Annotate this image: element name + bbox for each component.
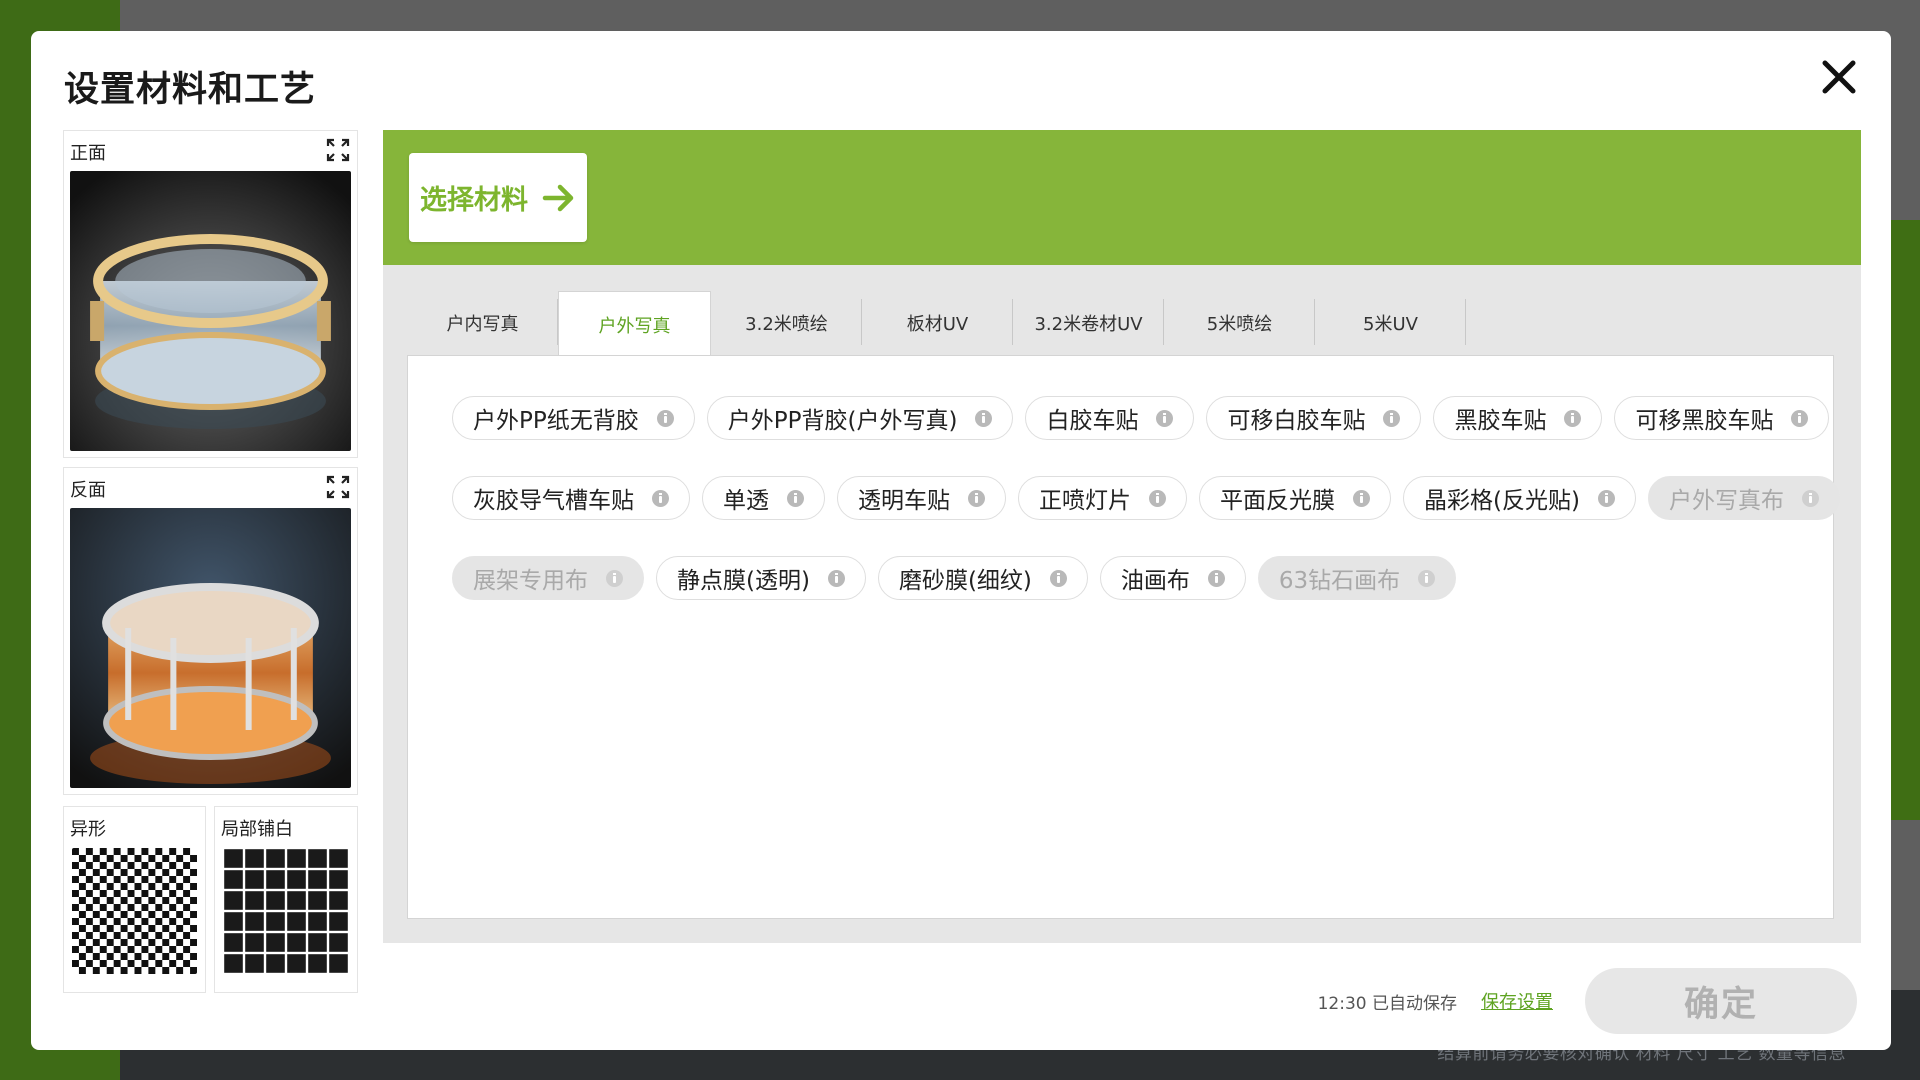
irregular-checker-image [72, 848, 197, 974]
background-right-strip [1890, 220, 1920, 820]
select-material-label: 选择材料 [420, 185, 528, 216]
material-chip[interactable]: 白胶车贴 [1025, 396, 1195, 440]
back-label: 反面 [70, 480, 106, 501]
category-tabs: 户内写真 户外写真 3.2米喷绘 板材UV 3.2米卷材UV 5米喷绘 5米UV [407, 291, 1466, 357]
material-chip-list: 户外PP纸无背胶 户外PP背胶(户外写真) 白胶车贴 可移白胶车贴 黑胶车贴 可… [452, 396, 1840, 636]
material-chip[interactable]: 正喷灯片 [1018, 476, 1187, 520]
material-chip[interactable]: 透明车贴 [837, 476, 1006, 520]
front-preview-panel: 正面 [63, 130, 358, 458]
tab-indoor-photo[interactable]: 户内写真 [407, 291, 558, 355]
back-drum-image [70, 508, 351, 788]
info-icon[interactable] [1207, 569, 1225, 587]
material-chip[interactable]: 平面反光膜 [1199, 476, 1391, 520]
material-chip[interactable]: 灰胶导气槽车贴 [452, 476, 690, 520]
local-white-grid-image [223, 848, 349, 974]
irregular-shape-panel[interactable]: 异形 [63, 806, 206, 993]
material-chip[interactable]: 静点膜(透明) [656, 556, 866, 600]
confirm-button[interactable]: 确定 [1585, 968, 1857, 1034]
chip-row-3: 展架专用布 静点膜(透明) 磨砂膜(细纹) 油画布 63钻石画布 [452, 556, 1822, 600]
info-icon[interactable] [656, 409, 674, 427]
material-chip[interactable]: 油画布 [1099, 556, 1246, 600]
material-process-dialog: 设置材料和工艺 正面 反面 异形 局部铺白 选择材料 户内写真 户外写真 3.2… [31, 31, 1891, 1050]
material-chip[interactable]: 户外PP纸无背胶 [452, 396, 695, 440]
info-icon[interactable] [1149, 489, 1166, 507]
expand-icon[interactable] [325, 474, 351, 500]
chip-row-2: 灰胶导气槽车贴 单透 透明车贴 正喷灯片 平面反光膜 晶彩格(反光贴) 户外写真… [452, 476, 1840, 520]
material-chip-disabled: 户外写真布 [1647, 476, 1840, 520]
info-icon[interactable] [968, 489, 985, 507]
material-chip[interactable]: 可移白胶车贴 [1206, 396, 1422, 440]
autosave-status: 12:30 已自动保存 [1317, 993, 1457, 1014]
tab-outdoor-photo[interactable]: 户外写真 [558, 291, 711, 357]
info-icon[interactable] [827, 569, 845, 587]
material-chip[interactable]: 单透 [702, 476, 825, 520]
info-icon[interactable] [1564, 409, 1582, 427]
tab-board-uv[interactable]: 板材UV [862, 291, 1013, 355]
arrow-right-icon [542, 184, 574, 211]
info-icon[interactable] [1597, 489, 1615, 507]
info-icon[interactable] [652, 489, 669, 507]
info-icon[interactable] [1801, 489, 1819, 507]
tab-5m-uv[interactable]: 5米UV [1315, 291, 1466, 355]
info-icon[interactable] [1049, 569, 1067, 587]
info-icon[interactable] [787, 489, 804, 507]
material-header-bar: 选择材料 [383, 130, 1861, 265]
dialog-footer: 12:30 已自动保存 保存设置 确定 [1318, 968, 1857, 1034]
info-icon[interactable] [1791, 409, 1809, 427]
back-preview-panel: 反面 [63, 467, 358, 795]
material-chip-disabled: 展架专用布 [452, 556, 644, 600]
front-drum-image [70, 171, 351, 451]
info-icon[interactable] [1418, 569, 1436, 587]
info-icon[interactable] [606, 569, 623, 587]
tab-3-2m-inkjet[interactable]: 3.2米喷绘 [711, 291, 862, 355]
expand-icon[interactable] [325, 137, 351, 163]
select-material-button[interactable]: 选择材料 [409, 153, 587, 242]
material-chip-disabled: 63钻石画布 [1257, 556, 1457, 600]
material-chip[interactable]: 晶彩格(反光贴) [1403, 476, 1636, 520]
material-chip[interactable]: 磨砂膜(细纹) [877, 556, 1088, 600]
info-icon[interactable] [1156, 409, 1174, 427]
material-list-panel: 户外PP纸无背胶 户外PP背胶(户外写真) 白胶车贴 可移白胶车贴 黑胶车贴 可… [407, 355, 1840, 919]
info-icon[interactable] [1353, 489, 1370, 507]
material-chip[interactable]: 黑胶车贴 [1433, 396, 1603, 440]
material-chip[interactable]: 可移黑胶车贴 [1614, 396, 1830, 440]
dialog-title: 设置材料和工艺 [64, 70, 317, 110]
tab-3-2m-roll-uv[interactable]: 3.2米卷材UV [1013, 291, 1164, 355]
close-icon[interactable] [1817, 55, 1861, 99]
tab-5m-inkjet[interactable]: 5米喷绘 [1164, 291, 1315, 355]
local-white-label: 局部铺白 [221, 819, 293, 840]
info-icon[interactable] [1383, 409, 1401, 427]
info-icon[interactable] [975, 409, 993, 427]
front-label: 正面 [70, 143, 106, 164]
save-settings-link[interactable]: 保存设置 [1481, 988, 1553, 1014]
chip-row-1: 户外PP纸无背胶 户外PP背胶(户外写真) 白胶车贴 可移白胶车贴 黑胶车贴 可… [452, 396, 1830, 440]
material-selector-area: 户内写真 户外写真 3.2米喷绘 板材UV 3.2米卷材UV 5米喷绘 5米UV… [383, 265, 1861, 943]
irregular-label: 异形 [70, 819, 106, 840]
material-chip[interactable]: 户外PP背胶(户外写真) [706, 396, 1014, 440]
local-white-panel[interactable]: 局部铺白 [214, 806, 358, 993]
